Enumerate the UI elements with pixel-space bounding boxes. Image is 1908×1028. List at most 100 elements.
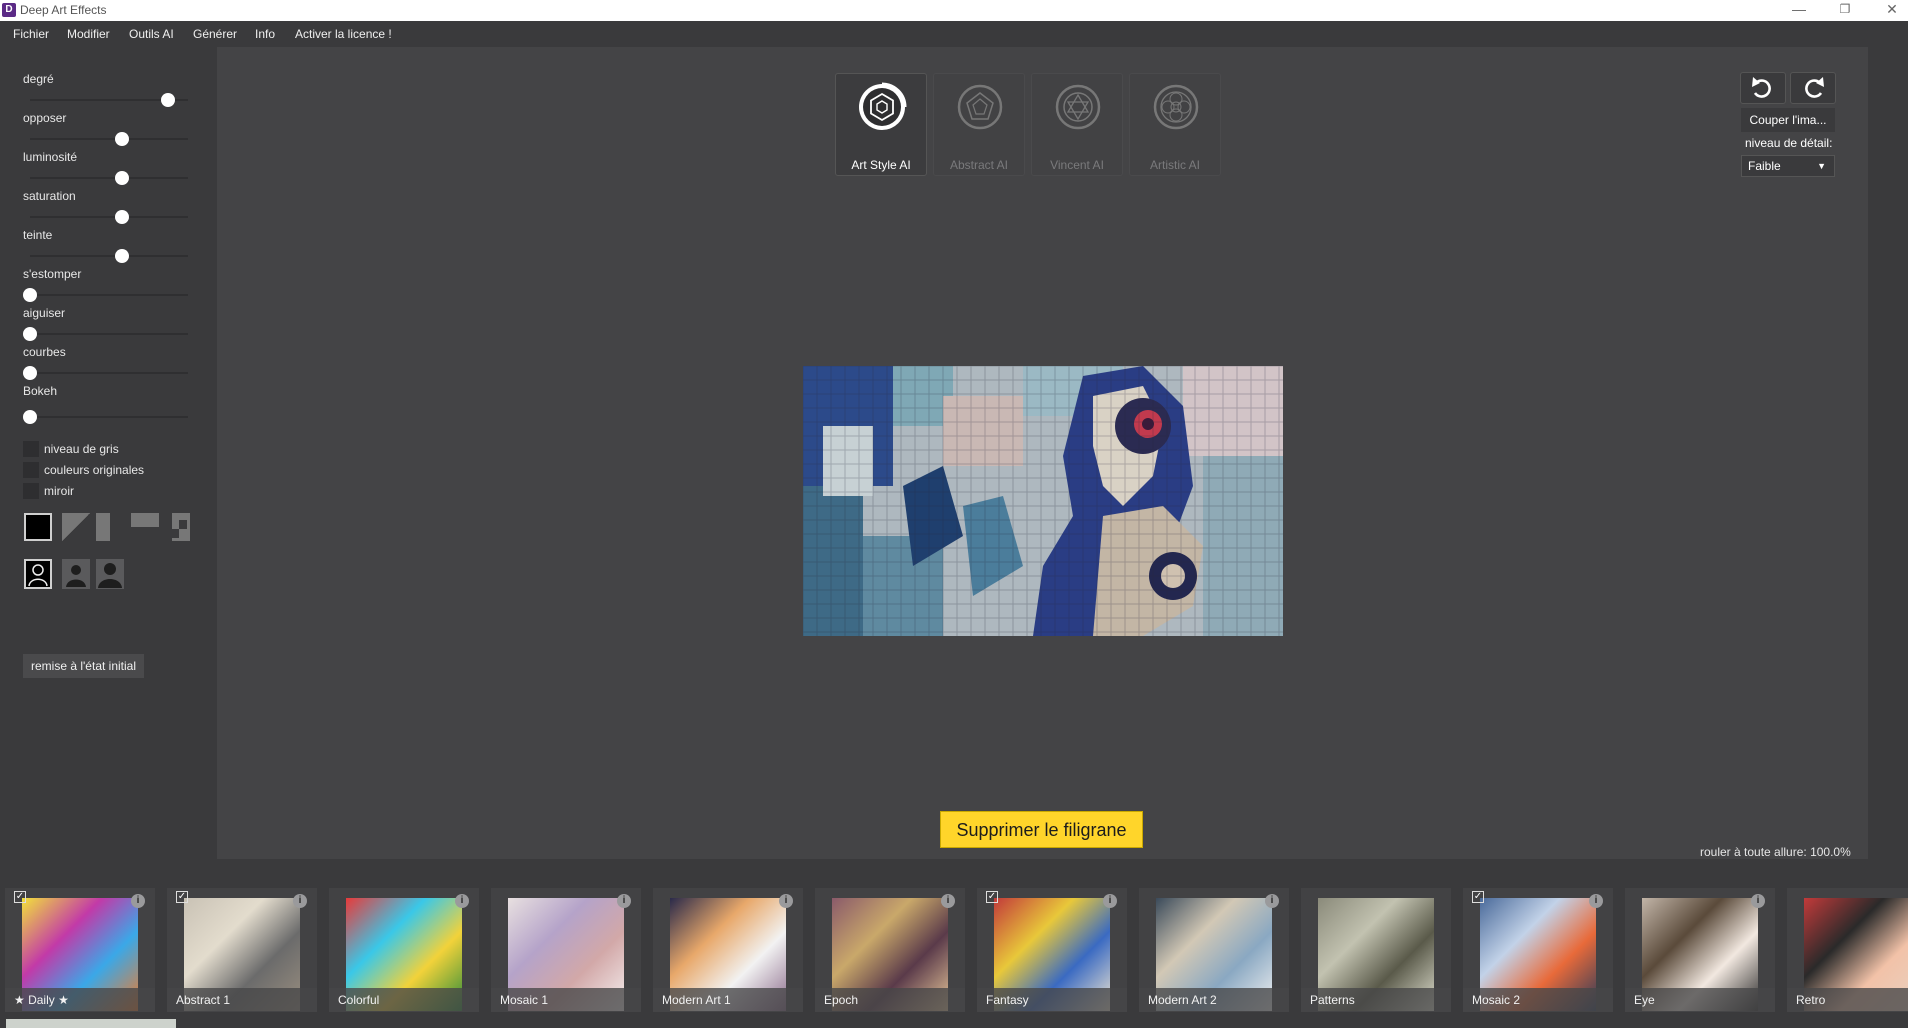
oppose-slider[interactable] (30, 138, 188, 140)
info-icon[interactable]: i (1265, 894, 1279, 908)
bokeh-slider[interactable] (30, 416, 188, 418)
detail-level-select[interactable]: Faible ▼ (1741, 155, 1835, 177)
style-checkbox[interactable]: ✓ (986, 891, 998, 903)
style-card[interactable]: i Eye (1625, 888, 1775, 1012)
style-card[interactable]: i Epoch (815, 888, 965, 1012)
info-icon[interactable]: i (941, 894, 955, 908)
window-title: Deep Art Effects (20, 3, 107, 17)
info-icon[interactable]: i (617, 894, 631, 908)
close-icon[interactable]: ✕ (1872, 0, 1908, 21)
info-icon[interactable]: i (1103, 894, 1117, 908)
sharpen-slider[interactable] (30, 333, 188, 335)
style-card[interactable]: i Modern Art 1 (653, 888, 803, 1012)
blend-vertical-icon[interactable] (96, 513, 124, 541)
menu-edit[interactable]: Modifier (67, 27, 110, 41)
fade-slider[interactable] (30, 294, 188, 296)
curves-label: courbes (23, 345, 66, 359)
artistic-ai-label: Artistic AI (1149, 158, 1200, 172)
style-name: Eye (1625, 988, 1775, 1012)
person-bold-icon[interactable] (96, 559, 124, 589)
style-card[interactable]: i Colorful (329, 888, 479, 1012)
style-checkbox[interactable]: ✓ (1472, 891, 1484, 903)
info-icon[interactable]: i (455, 894, 469, 908)
style-card[interactable]: ✓ i Mosaic 2 (1463, 888, 1613, 1012)
curves-slider[interactable] (30, 372, 188, 374)
styles-strip: ✓ i ★ Daily ★ ✓ i Abstract 1 i Colorful i Mosaic … (0, 886, 1908, 1028)
artwork-preview[interactable] (803, 366, 1283, 636)
style-card[interactable]: i Modern Art 2 (1139, 888, 1289, 1012)
vincent-ai-button[interactable]: Vincent AI (1031, 73, 1123, 176)
oppose-slider-handle[interactable] (115, 132, 129, 146)
brightness-slider-handle[interactable] (115, 171, 129, 185)
crop-image-button[interactable]: Couper l'ima... (1741, 108, 1835, 132)
blend-diagonal-icon[interactable] (62, 513, 90, 541)
menu-activate-license[interactable]: Activer la licence ! (295, 27, 392, 41)
saturation-slider[interactable] (30, 216, 188, 218)
mirror-label: miroir (44, 484, 74, 498)
undo-button[interactable] (1740, 72, 1786, 104)
hue-slider-handle[interactable] (115, 249, 129, 263)
info-icon[interactable]: i (1589, 894, 1603, 908)
chevron-down-icon: ▼ (1817, 161, 1826, 171)
style-card[interactable]: ✓ i ★ Daily ★ (5, 888, 155, 1012)
abstract-ai-label: Abstract AI (949, 158, 1009, 172)
sharpen-slider-handle[interactable] (23, 327, 37, 341)
adjustments-panel: degré opposer luminosité saturation teinte s'… (0, 47, 216, 857)
bokeh-label: Bokeh (23, 384, 58, 398)
style-checkbox[interactable]: ✓ (176, 891, 188, 903)
art-style-ai-label: Art Style AI (851, 158, 911, 172)
grayscale-checkbox[interactable] (23, 441, 39, 457)
brightness-slider[interactable] (30, 177, 188, 179)
person-outline-icon[interactable] (24, 559, 52, 589)
redo-icon (1805, 77, 1824, 98)
menu-generate[interactable]: Générer (193, 27, 237, 41)
style-checkbox[interactable]: ✓ (14, 891, 26, 903)
style-card[interactable]: i Mosaic 1 (491, 888, 641, 1012)
speed-status: rouler à toute allure: 100.0% (1700, 845, 1851, 859)
person-solid-icon[interactable] (62, 559, 90, 589)
info-icon[interactable]: i (293, 894, 307, 908)
mirror-checkbox[interactable] (23, 483, 39, 499)
style-name: Patterns (1301, 988, 1451, 1012)
redo-button[interactable] (1790, 72, 1836, 104)
fade-slider-handle[interactable] (23, 288, 37, 302)
degree-slider-handle[interactable] (161, 93, 175, 107)
style-card[interactable]: ✓ i Fantasy (977, 888, 1127, 1012)
menu-bar: Fichier Modifier Outils AI Générer Info … (0, 21, 1908, 47)
artistic-ai-icon (1153, 84, 1199, 130)
sharpen-label: aiguiser (23, 306, 66, 320)
style-card[interactable]: Retro (1787, 888, 1908, 1012)
bokeh-slider-handle[interactable] (23, 410, 37, 424)
menu-file[interactable]: Fichier (13, 27, 49, 41)
curves-slider-handle[interactable] (23, 366, 37, 380)
minimize-icon[interactable]: — (1779, 0, 1819, 21)
style-name: Modern Art 1 (653, 988, 803, 1012)
abstract-ai-icon (957, 84, 1003, 130)
blend-horizontal-icon[interactable] (131, 513, 159, 541)
art-style-ai-button[interactable]: Art Style AI (835, 73, 927, 176)
info-icon[interactable]: i (1751, 894, 1765, 908)
abstract-ai-button[interactable]: Abstract AI (933, 73, 1025, 176)
style-card[interactable]: ✓ i Abstract 1 (167, 888, 317, 1012)
hue-slider[interactable] (30, 255, 188, 257)
original-colors-checkbox[interactable] (23, 462, 39, 478)
blend-full-icon[interactable] (24, 513, 52, 541)
menu-info[interactable]: Info (255, 27, 275, 41)
undo-icon (1752, 77, 1771, 98)
style-name: Fantasy (977, 988, 1127, 1012)
remove-watermark-button[interactable]: Supprimer le filigrane (940, 811, 1143, 848)
info-icon[interactable]: i (131, 894, 145, 908)
info-icon[interactable]: i (779, 894, 793, 908)
menu-ai-tools[interactable]: Outils AI (129, 27, 174, 41)
app-logo-icon: D (2, 3, 16, 17)
artistic-ai-button[interactable]: Artistic AI (1129, 73, 1221, 176)
fade-label: s'estomper (23, 267, 82, 281)
styles-scrollbar[interactable] (6, 1019, 176, 1028)
blend-corner-icon[interactable] (166, 513, 194, 541)
detail-level-value: Faible (1748, 159, 1781, 173)
reset-button[interactable]: remise à l'état initial (23, 654, 144, 678)
style-card[interactable]: Patterns (1301, 888, 1451, 1012)
saturation-label: saturation (23, 189, 76, 203)
saturation-slider-handle[interactable] (115, 210, 129, 224)
maximize-icon[interactable]: ❐ (1825, 0, 1865, 21)
